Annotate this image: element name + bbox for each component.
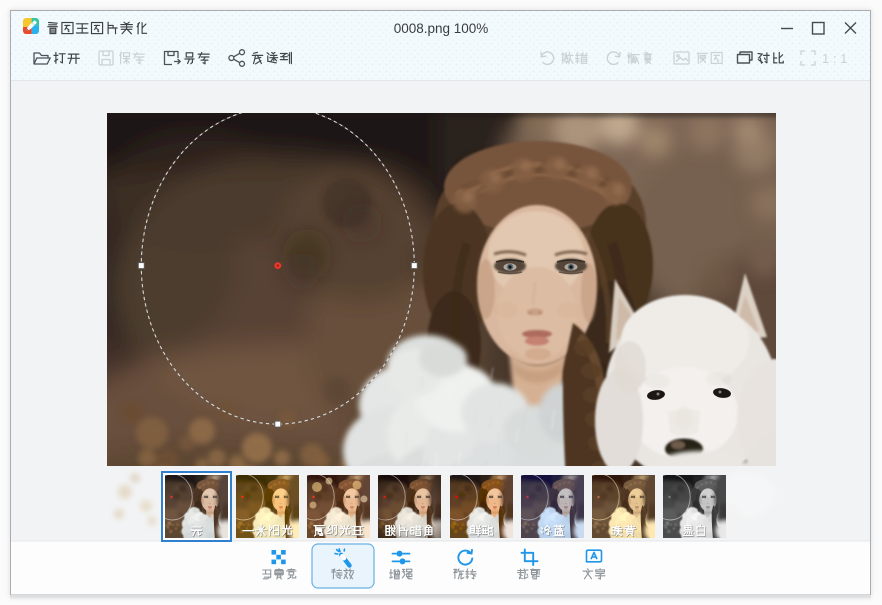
- svg-text:1 : 1: 1 : 1: [822, 51, 847, 66]
- svg-text:0008.png 100%: 0008.png 100%: [394, 21, 489, 36]
